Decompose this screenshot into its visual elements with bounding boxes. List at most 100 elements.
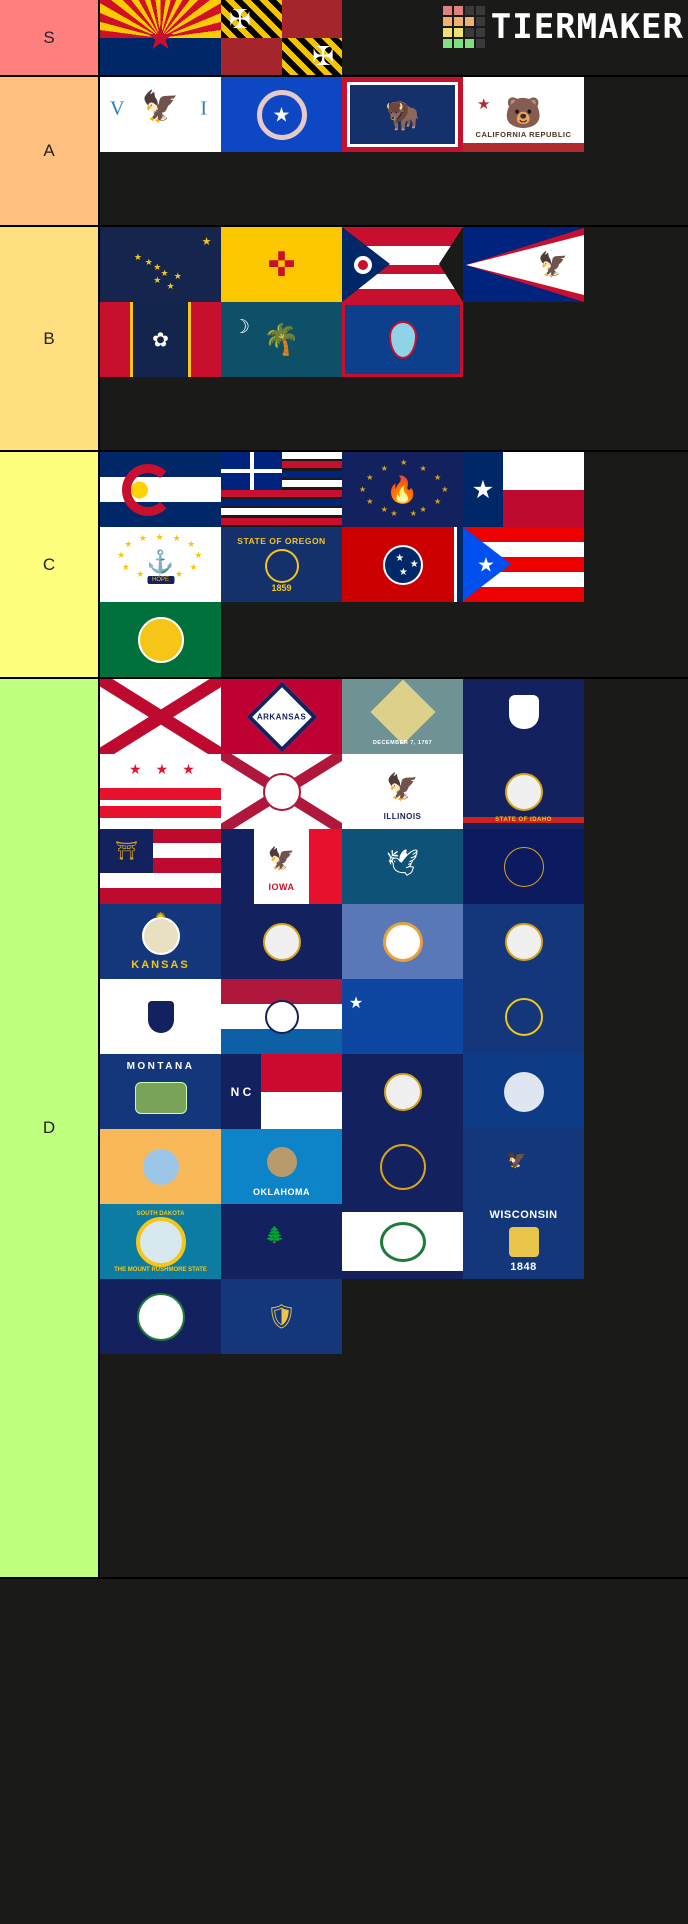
tier-item-nh[interactable] — [342, 1054, 463, 1129]
tier-label-b[interactable]: B — [0, 227, 100, 450]
tier-item-nc[interactable]: N C — [221, 1054, 342, 1129]
flag-dc: ★ ★ ★ — [100, 754, 221, 829]
tiermaker-logo-grid — [442, 6, 485, 48]
tier-item-ca[interactable]: ★ 🐻 CALIFORNIA REPUBLIC — [463, 77, 584, 152]
tier-item-dc[interactable]: ★ ★ ★ — [100, 754, 221, 829]
tier-item-me[interactable] — [221, 904, 342, 979]
flag-ct — [463, 679, 584, 754]
tier-item-vt[interactable]: 🌲 — [221, 1204, 342, 1279]
flag-caption: IOWA — [268, 882, 295, 892]
tier-item-co[interactable] — [100, 452, 221, 527]
flag-caption: KANSAS — [131, 959, 190, 971]
tier-items-d: ARKANSAS DECEMBER 7, 1787 ★ ★ ★ 🦅 ILLINOIS STAT… — [100, 679, 688, 1577]
flag-sc: ☽ 🌴 — [221, 302, 342, 377]
tier-item-ok[interactable]: OKLAHOMA — [221, 1129, 342, 1204]
star-icon: ★ — [366, 497, 374, 506]
star-icon: ★ — [409, 509, 417, 518]
tier-item-ct[interactable] — [463, 679, 584, 754]
flag-as: 🦅 — [463, 227, 584, 302]
tier-item-ma[interactable] — [100, 979, 221, 1054]
tier-item-ms[interactable]: ✿ — [100, 302, 221, 377]
tier-item-va[interactable] — [100, 1279, 221, 1354]
tier-item-tn[interactable]: ★ ★ ★ — [342, 527, 463, 602]
tier-item-id[interactable]: STATE OF IDAHO — [463, 754, 584, 829]
flag-ny — [463, 1054, 584, 1129]
star-icon: ★ — [133, 251, 142, 262]
logo-cell-7 — [475, 17, 485, 26]
tier-item-nm[interactable]: ✜ — [221, 227, 342, 302]
tier-item-pr[interactable]: ★ — [463, 527, 584, 602]
tier-item-mo[interactable] — [221, 979, 342, 1054]
tier-label-a[interactable]: A — [0, 77, 100, 225]
tier-item-vi[interactable]: 🦅 V I — [100, 77, 221, 152]
tier-list-board: TIERMAKER S ★ ✠ ✠ A 🦅 V I ★ 🦬 ★ 🐻 CALIFORNIA REPUBLI… — [0, 0, 688, 1924]
tier-item-sd[interactable]: SOUTH DAKOTA THE MOUNT RUSHMORE STATE — [100, 1204, 221, 1279]
tier-item-oh[interactable] — [342, 227, 463, 302]
tier-item-nj[interactable] — [100, 1129, 221, 1204]
star-icon: ★ — [182, 760, 195, 777]
tier-item-in[interactable]: 🔥 ★ ★ ★ ★ ★ ★ ★ ★ ★ ★ ★ ★ ★ — [342, 452, 463, 527]
tier-item-ky[interactable] — [463, 829, 584, 904]
tier-item-wi[interactable]: WISCONSIN 1848 — [463, 1204, 584, 1279]
flag-de: DECEMBER 7, 1787 — [342, 679, 463, 754]
flag-vi: 🦅 V I — [100, 77, 221, 152]
tier-item-ut[interactable] — [342, 1129, 463, 1204]
flag-wy: 🦬 — [342, 77, 463, 152]
tier-item-ks[interactable]: ✺KANSAS — [100, 904, 221, 979]
star-icon: ★ — [409, 559, 419, 570]
tier-item-la[interactable]: 🕊 — [342, 829, 463, 904]
tier-item-ri[interactable]: ⚓★★★★★★★★★★★★HOPE — [100, 527, 221, 602]
tier-item-mp[interactable]: ★ — [221, 77, 342, 152]
flag-ks: ✺KANSAS — [100, 904, 221, 979]
tier-item-wy[interactable]: 🦬 — [342, 77, 463, 152]
tier-item-ia[interactable]: 🦅 IOWA — [221, 829, 342, 904]
tier-item-mn[interactable] — [342, 904, 463, 979]
tier-item-il[interactable]: 🦅 ILLINOIS — [342, 754, 463, 829]
tier-item-pa[interactable]: 🛡 — [221, 1279, 342, 1354]
flag-ok: OKLAHOMA — [221, 1129, 342, 1204]
star-icon: ★ — [121, 561, 130, 572]
tier-item-nd[interactable]: 🦅 — [463, 1129, 584, 1204]
tier-item-ar[interactable]: ARKANSAS — [221, 679, 342, 754]
tier-item-nv[interactable]: ★ — [342, 979, 463, 1054]
star-icon: ★ — [400, 458, 408, 467]
tier-item-al[interactable] — [100, 679, 221, 754]
tier-item-hi[interactable] — [221, 452, 342, 527]
flag-ca: ★ 🐻 CALIFORNIA REPUBLIC — [463, 77, 584, 152]
flag-md: ✠ ✠ — [221, 0, 342, 75]
tier-item-mt[interactable]: MONTANA — [100, 1054, 221, 1129]
flag-hi — [221, 452, 342, 527]
flag-ar: ARKANSAS — [221, 679, 342, 754]
tier-label-d[interactable]: D — [0, 679, 100, 1577]
flag-pa: 🛡 — [221, 1279, 342, 1354]
star-icon: ★ — [124, 539, 133, 549]
tier-label-c[interactable]: C — [0, 452, 100, 677]
tier-row-d: D ARKANSAS DECEMBER 7, 1787 ★ ★ ★ 🦅 ILLINOIS STA… — [0, 679, 688, 1579]
tier-item-md[interactable]: ✠ ✠ — [221, 0, 342, 75]
tier-item-de[interactable]: DECEMBER 7, 1787 — [342, 679, 463, 754]
tier-item-fl[interactable] — [221, 754, 342, 829]
tier-item-mi[interactable] — [463, 904, 584, 979]
tier-item-wa[interactable] — [100, 602, 221, 677]
star-icon: ★ — [175, 569, 184, 579]
tier-item-tx[interactable]: ★ — [463, 452, 584, 527]
star-icon: ★ — [390, 509, 398, 518]
tier-item-or[interactable]: STATE OF OREGON 1859 — [221, 527, 342, 602]
flag-va — [100, 1279, 221, 1354]
tier-item-ny[interactable] — [463, 1054, 584, 1129]
tier-item-ga[interactable]: ⛩ — [100, 829, 221, 904]
tier-item-sc[interactable]: ☽ 🌴 — [221, 302, 342, 377]
tier-label-s[interactable]: S — [0, 0, 100, 75]
tier-item-wv[interactable] — [342, 1204, 463, 1279]
tier-item-as[interactable]: 🦅 — [463, 227, 584, 302]
flag-il: 🦅 ILLINOIS — [342, 754, 463, 829]
star-icon: ★ — [116, 549, 126, 560]
flag-nh — [342, 1054, 463, 1129]
flag-co — [100, 452, 221, 527]
flag-mo — [221, 979, 342, 1054]
tier-item-gu[interactable] — [342, 302, 463, 377]
flag-caption: STATE OF IDAHO — [463, 817, 584, 823]
tier-item-az[interactable]: ★ — [100, 0, 221, 75]
tier-item-ak[interactable]: ★ ★ ★ ★ ★ ★ ★ ★ — [100, 227, 221, 302]
tier-item-ne[interactable] — [463, 979, 584, 1054]
